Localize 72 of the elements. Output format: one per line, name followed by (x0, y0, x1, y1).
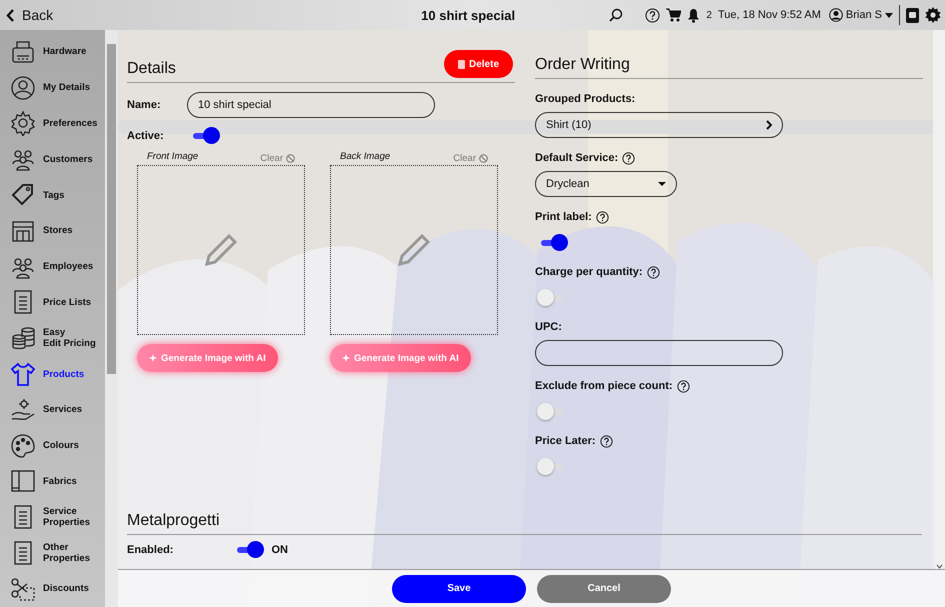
toggle-state-label: ON (271, 544, 288, 556)
sidebar-item[interactable]: Price Lists (0, 284, 105, 320)
palette-icon (10, 432, 36, 459)
field-label: Active: (127, 130, 165, 142)
user-icon (828, 8, 843, 22)
sidebar-item[interactable]: Services (0, 392, 105, 428)
field-label: Exclude from piece count: (535, 380, 673, 392)
grouped-products-field[interactable]: Shirt (10) (535, 112, 783, 138)
date-time: Tue, 18 Nov 9:52 AM (718, 9, 821, 21)
search-icon[interactable] (609, 8, 624, 22)
sidebar-item[interactable]: Colours (0, 428, 105, 464)
cancel-button[interactable]: Cancel (537, 574, 671, 603)
gear-icon (10, 110, 36, 136)
field-label: Name: (127, 99, 162, 111)
image-label: Front Image (147, 151, 198, 164)
service-dropdown[interactable]: Dryclean (535, 171, 677, 197)
field-label: Charge per quantity: (535, 266, 643, 278)
scrollbar[interactable] (933, 30, 945, 570)
section-heading: Details (127, 59, 176, 78)
image-label: Back Image (340, 151, 390, 164)
caret-icon (885, 12, 893, 18)
cart-icon[interactable] (666, 8, 682, 22)
bell-icon[interactable] (687, 8, 700, 22)
sidebar-item[interactable]: Customers (0, 141, 105, 178)
sparkle-icon (149, 354, 157, 362)
scissors-icon (10, 576, 36, 602)
chevron-left-icon (6, 8, 14, 22)
sidebar-item[interactable]: Service Properties (0, 499, 105, 536)
coins-icon (10, 325, 36, 352)
sidebar-item[interactable]: My Details (0, 70, 105, 106)
sidebar-item[interactable]: Employees (0, 248, 105, 285)
field-label: Price Later: (535, 435, 596, 447)
page-title: 10 shirt special (420, 8, 516, 22)
section-heading: Order Writing (535, 55, 630, 74)
field-label: UPC: (535, 321, 562, 333)
section-heading: Metalprogetti (127, 511, 220, 530)
shirt-icon (10, 361, 36, 388)
delete-button[interactable]: Delete (444, 50, 513, 78)
person-icon (10, 74, 36, 101)
pencil-icon (398, 234, 430, 266)
caret-icon (658, 182, 666, 186)
sidebar-item[interactable]: Fabrics (0, 464, 105, 500)
book-icon (10, 468, 36, 494)
field-label: Print label: (535, 211, 592, 223)
blocked-icon (286, 154, 295, 162)
chevron-right-icon (766, 120, 772, 130)
sparkle-icon (342, 354, 350, 362)
hand-icon (10, 396, 36, 423)
sidebar-item[interactable]: Stores (0, 212, 105, 249)
field-label: Enabled: (127, 544, 174, 556)
scrollbar[interactable] (105, 30, 118, 607)
blocked-icon (479, 154, 488, 162)
sidebar-item[interactable]: Other Properties (0, 535, 105, 571)
user-menu[interactable]: Brian S (828, 8, 893, 22)
name-field[interactable]: 10 shirt special (187, 92, 435, 118)
sidebar-item[interactable]: Preferences (0, 106, 105, 142)
sidebar-item[interactable]: Discounts (0, 570, 105, 607)
pencil-icon (205, 234, 237, 266)
save-button[interactable]: Save (392, 574, 526, 603)
sidebar-item[interactable]: Easy Edit Pricing (0, 320, 105, 356)
chevron-down-icon (936, 564, 942, 570)
upc-field[interactable] (535, 340, 783, 366)
field-label: Grouped Products: (535, 93, 636, 105)
notification-count: 2 (706, 10, 712, 20)
sidebar-item[interactable]: Tags (0, 177, 105, 213)
sidebar-item[interactable]: Hardware (0, 34, 105, 70)
field-label: Default Service: (535, 152, 618, 164)
settings-icon[interactable] (925, 7, 941, 23)
help-icon[interactable] (645, 8, 660, 22)
back-button[interactable]: Back (6, 7, 54, 23)
printer-icon (10, 38, 36, 65)
sidebar-item[interactable]: Products (0, 356, 105, 392)
